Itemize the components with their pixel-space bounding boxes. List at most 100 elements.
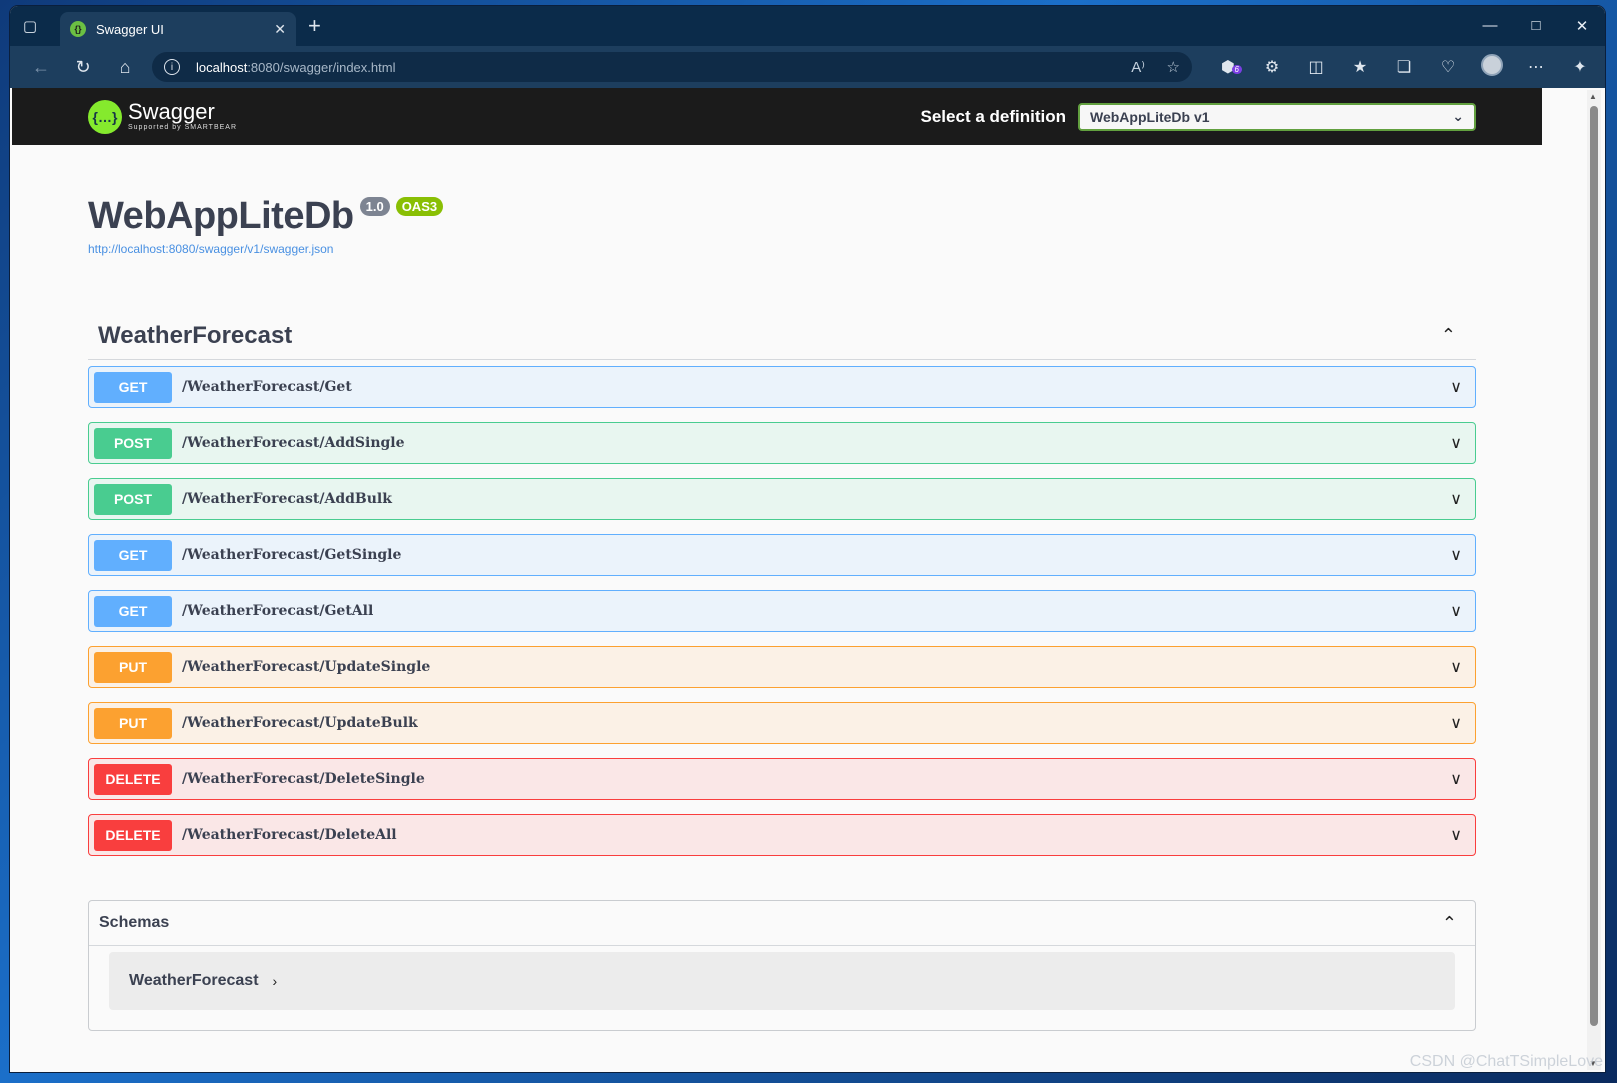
copilot-icon[interactable]: ✦ [1558,57,1602,77]
site-info-icon[interactable]: i [164,59,180,75]
browser-essentials-icon[interactable]: ♡ [1426,57,1470,77]
swagger-logo-icon: {…} [88,99,122,134]
tab-actions-icon[interactable]: ▢ [10,6,50,46]
schemas-title: Schemas [99,914,170,931]
operation-path: /WeatherForecast/UpdateBulk [182,715,418,731]
close-tab-icon[interactable]: ✕ [274,21,286,38]
url-path: :8080/swagger/index.html [247,59,396,75]
operation-path: /WeatherForecast/AddSingle [182,435,405,451]
chevron-down-icon[interactable]: ∨ [1450,769,1462,789]
address-bar: ← ↻ ⌂ i localhost:8080/swagger/index.htm… [10,46,1605,88]
watermark: CSDN @ChatTSimpleLove [1409,1053,1603,1070]
swagger-logo-name: Swagger [128,99,215,124]
operation-row[interactable]: POST/WeatherForecast/AddSingle ∨ [88,422,1476,464]
schema-name: WeatherForecast [129,972,259,989]
schemas-header[interactable]: Schemas ⌃ [89,901,1475,946]
chevron-down-icon[interactable]: ∨ [1450,377,1462,397]
api-title: WebAppLiteDb [88,195,354,237]
favorite-star-icon[interactable]: ☆ [1167,59,1180,76]
swagger-main: WebAppLiteDb 1.0 OAS3 http://localhost:8… [12,145,1542,1031]
operation-row[interactable]: GET/WeatherForecast/GetSingle ∨ [88,534,1476,576]
method-badge: POST [94,427,172,459]
swagger-topbar: {…} Swagger Supported by SMARTBEAR Selec… [12,88,1542,145]
favorites-icon[interactable]: ★ [1338,57,1382,77]
method-badge: POST [94,483,172,515]
url-host: localhost [196,59,248,75]
tag-section: WeatherForecast ⌃ GET/WeatherForecast/Ge… [88,312,1476,856]
operation-path: /WeatherForecast/DeleteAll [182,827,397,843]
operation-path: /WeatherForecast/AddBulk [182,491,392,507]
chevron-right-icon: › [272,973,278,989]
chevron-down-icon: ⌄ [1452,108,1464,124]
maximize-icon[interactable]: □ [1513,17,1559,35]
definition-selector: Select a definition WebAppLiteDb v1 ⌄ [920,102,1476,131]
chevron-down-icon[interactable]: ∨ [1450,713,1462,733]
method-badge: DELETE [94,819,172,851]
version-badge: 1.0 [359,197,390,216]
operation-row[interactable]: DELETE/WeatherForecast/DeleteAll ∨ [88,814,1476,856]
close-window-icon[interactable]: ✕ [1559,17,1605,35]
collections-icon[interactable]: ❏ [1382,57,1426,77]
swagger-favicon-icon: {} [70,21,86,37]
split-screen-icon[interactable]: ◫ [1294,57,1338,77]
operation-row[interactable]: PUT/WeatherForecast/UpdateBulk ∨ [88,702,1476,744]
refresh-icon[interactable]: ↻ [62,57,104,78]
definition-select[interactable]: WebAppLiteDb v1 ⌄ [1078,102,1476,131]
browser-tab[interactable]: {} Swagger UI ✕ [60,12,296,46]
home-icon[interactable]: ⌂ [104,57,146,78]
back-icon[interactable]: ← [20,57,62,78]
swagger-logo-sub: Supported by SMARTBEAR [128,124,238,131]
operation-row[interactable]: GET/WeatherForecast/GetAll ∨ [88,590,1476,632]
more-menu-icon[interactable]: ⋯ [1514,57,1558,77]
operation-path: /WeatherForecast/DeleteSingle [182,771,425,787]
method-badge: DELETE [94,763,172,795]
operation-row[interactable]: GET/WeatherForecast/Get ∨ [88,366,1476,408]
definition-label: Select a definition [920,106,1066,126]
read-aloud-icon[interactable]: A⁾ [1131,59,1145,76]
chevron-down-icon[interactable]: ∨ [1450,489,1462,509]
method-badge: PUT [94,707,172,739]
new-tab-icon[interactable]: + [308,13,321,39]
method-badge: GET [94,371,172,403]
extension-shape-icon[interactable]: ⬢ 6 [1206,57,1250,77]
swagger-logo[interactable]: {…} Swagger Supported by SMARTBEAR [88,99,238,134]
tag-header[interactable]: WeatherForecast ⌃ [88,312,1476,360]
extensions-puzzle-icon[interactable]: ⚙ [1250,57,1294,77]
profile-avatar[interactable] [1470,53,1514,81]
schemas-section: Schemas ⌃ WeatherForecast › [88,900,1476,1031]
page-scrollbar[interactable]: ▲ ▼ [1587,90,1601,1070]
operation-row[interactable]: DELETE/WeatherForecast/DeleteSingle ∨ [88,758,1476,800]
operation-path: /WeatherForecast/GetSingle [182,547,402,563]
url-actions: A⁾ ☆ [1113,58,1180,76]
chevron-down-icon[interactable]: ∨ [1450,825,1462,845]
url-field[interactable]: i localhost:8080/swagger/index.html A⁾ ☆ [152,52,1192,82]
browser-toolbar: ⬢ 6 ⚙ ◫ ★ ❏ ♡ ⋯ ✦ [1206,53,1602,81]
definition-value: WebAppLiteDb v1 [1090,108,1210,125]
browser-window: ▢ {} Swagger UI ✕ + — □ ✕ ← ↻ ⌂ i localh… [10,6,1605,1072]
method-badge: PUT [94,651,172,683]
url-text: localhost:8080/swagger/index.html [196,60,1113,75]
chevron-down-icon[interactable]: ∨ [1450,601,1462,621]
minimize-icon[interactable]: — [1467,17,1513,35]
extension-badge: 6 [1231,65,1242,74]
chevron-up-icon[interactable]: ⌃ [1442,913,1457,934]
chevron-down-icon[interactable]: ∨ [1450,657,1462,677]
page-viewport: {…} Swagger Supported by SMARTBEAR Selec… [12,88,1542,1072]
chevron-down-icon[interactable]: ∨ [1450,433,1462,453]
schema-item[interactable]: WeatherForecast › [109,952,1455,1010]
operation-row[interactable]: PUT/WeatherForecast/UpdateSingle ∨ [88,646,1476,688]
operations-list: GET/WeatherForecast/Get ∨ POST/WeatherFore… [88,366,1476,856]
scrollbar-thumb[interactable] [1590,106,1598,1026]
method-badge: GET [94,595,172,627]
spec-url-link[interactable]: http://localhost:8080/swagger/v1/swagger… [88,242,1476,256]
chevron-down-icon[interactable]: ∨ [1450,545,1462,565]
tab-title: Swagger UI [96,21,164,37]
tag-name: WeatherForecast [98,321,293,349]
chevron-up-icon[interactable]: ⌃ [1441,325,1456,346]
method-badge: GET [94,539,172,571]
operation-path: /WeatherForecast/UpdateSingle [182,659,431,675]
operation-row[interactable]: POST/WeatherForecast/AddBulk ∨ [88,478,1476,520]
operation-path: /WeatherForecast/GetAll [182,603,374,619]
oas-badge: OAS3 [395,197,444,216]
scroll-up-icon[interactable]: ▲ [1589,92,1597,101]
